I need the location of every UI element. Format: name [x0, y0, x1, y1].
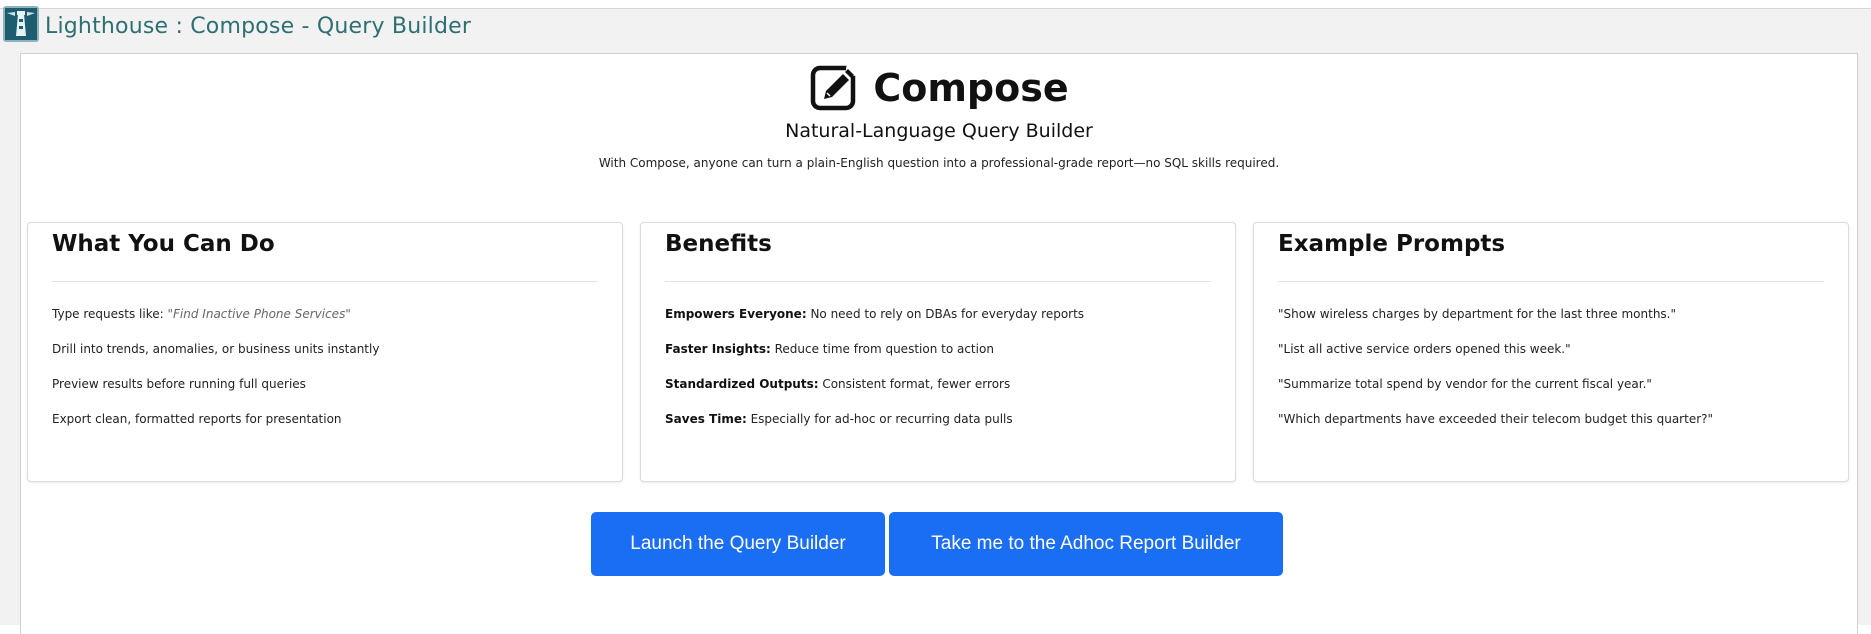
benefits-list: Empowers Everyone: No need to rely on DB… — [665, 307, 1211, 447]
benefit-label: Standardized Outputs: — [665, 377, 819, 391]
list-item: Faster Insights: Reduce time from questi… — [665, 342, 1211, 377]
card-title: What You Can Do — [52, 231, 275, 257]
adhoc-report-builder-button[interactable]: Take me to the Adhoc Report Builder — [889, 512, 1283, 576]
title-bar: Lighthouse : Compose - Query Builder — [0, 6, 1871, 45]
card-benefits: Benefits Empowers Everyone: No need to r… — [640, 222, 1236, 482]
main-panel: Compose Natural-Language Query Builder W… — [20, 53, 1858, 634]
list-item: Empowers Everyone: No need to rely on DB… — [665, 307, 1211, 342]
benefit-text: No need to rely on DBAs for everyday rep… — [806, 307, 1085, 321]
app-window: Lighthouse : Compose - Query Builder Com… — [0, 6, 1871, 634]
list-item: Export clean, formatted reports for pres… — [52, 412, 342, 426]
example-request: "Find Inactive Phone Services" — [167, 307, 351, 321]
list-item: "Which departments have exceeded their t… — [1278, 412, 1714, 426]
benefit-label: Empowers Everyone: — [665, 307, 807, 321]
list-item-prefix: Type requests like: — [52, 307, 168, 321]
divider — [1278, 281, 1824, 282]
list-item: Type requests like: "Find Inactive Phone… — [52, 307, 598, 342]
feature-list: Type requests like: "Find Inactive Phone… — [52, 307, 598, 447]
prompts-list: "Show wireless charges by department for… — [1278, 307, 1824, 447]
list-item: Standardized Outputs: Consistent format,… — [665, 377, 1211, 412]
page-title: Compose — [873, 66, 1069, 110]
benefit-label: Faster Insights: — [665, 342, 771, 356]
hero-title-row: Compose — [21, 62, 1857, 114]
list-item: Preview results before running full quer… — [52, 377, 306, 391]
list-item: "Summarize total spend by vendor for the… — [1278, 377, 1652, 391]
window-title: Lighthouse : Compose - Query Builder — [45, 14, 472, 39]
page-description: With Compose, anyone can turn a plain-En… — [598, 156, 1280, 170]
divider — [52, 281, 598, 282]
list-item: Saves Time: Especially for ad-hoc or rec… — [665, 412, 1211, 447]
card-what-you-can-do: What You Can Do Type requests like: "Fin… — [27, 222, 623, 482]
lighthouse-icon[interactable] — [3, 6, 39, 42]
launch-query-builder-button[interactable]: Launch the Query Builder — [591, 512, 885, 576]
list-item: Drill into trends, anomalies, or busines… — [52, 342, 380, 356]
card-example-prompts: Example Prompts "Show wireless charges b… — [1253, 222, 1849, 482]
card-title: Example Prompts — [1278, 231, 1506, 257]
benefit-label: Saves Time: — [665, 412, 747, 426]
page-subtitle: Natural-Language Query Builder — [785, 120, 1093, 142]
benefit-text: Consistent format, fewer errors — [818, 377, 1011, 391]
list-item: "Show wireless charges by department for… — [1278, 307, 1677, 321]
list-item: "List all active service orders opened t… — [1278, 342, 1571, 356]
divider — [665, 281, 1211, 282]
edit-square-icon — [811, 62, 861, 111]
benefit-text: Especially for ad-hoc or recurring data … — [746, 412, 1013, 426]
benefit-text: Reduce time from question to action — [770, 342, 994, 356]
card-title: Benefits — [665, 231, 772, 257]
